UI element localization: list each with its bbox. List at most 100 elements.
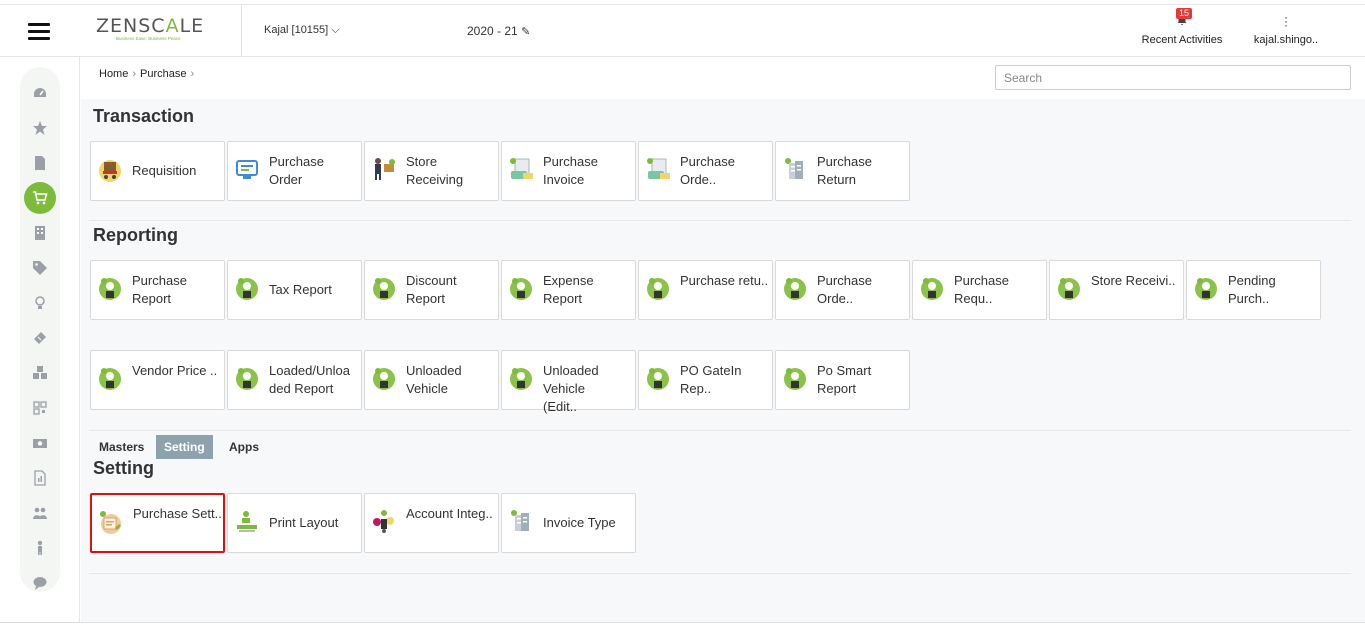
search-input[interactable] [995,65,1351,90]
cubes-icon [33,366,47,379]
tile-po-smart-report[interactable]: Po Smart Report [775,350,910,410]
tile-unloaded-vehicle[interactable]: Unloaded Vehicle [364,350,499,410]
more-vertical-icon: · · · [1284,10,1288,32]
tab-apps[interactable]: Apps [221,435,267,459]
breadcrumb-current[interactable]: Purchase [140,68,186,80]
tile-purchase-requisition-report[interactable]: Purchase Requ.. [912,260,1047,320]
tag-icon [33,261,47,275]
logo-area[interactable]: ZENSCALE Business Ease, Business Peace [80,5,242,57]
sidebar-item-documents[interactable] [24,147,56,179]
main-panel: Transaction Requisition Purchase Order S… [81,99,1365,623]
sidebar-item-purchase[interactable] [24,182,56,214]
invoice-type-icon [511,510,529,531]
tile-store-receiving[interactable]: Store Receiving [364,141,499,201]
tile-pending-purchase[interactable]: Pending Purch.. [1186,260,1321,320]
sidebar-item-users[interactable] [24,497,56,529]
section-title-transaction: Transaction [93,106,195,126]
tab-setting[interactable]: Setting [156,435,213,459]
invoice-icon [510,158,533,179]
report-user-icon [784,368,806,390]
tile-tax-report[interactable]: Tax Report [227,260,362,320]
sidebar-item-tags[interactable] [24,252,56,284]
report-user-icon [99,368,121,390]
tile-purchase-order-2[interactable]: Purchase Orde.. [638,141,773,201]
sidebar-item-favorites[interactable] [24,112,56,144]
section-title-setting: Setting [93,458,154,478]
report-user-icon [1195,278,1217,300]
bottom-border [0,622,1365,629]
recent-activities-button[interactable]: 15 Recent Activities [1136,5,1228,57]
financial-year[interactable]: 2020 - 21 ✎ [467,24,530,38]
tile-loaded-unloaded-report[interactable]: Loaded/Unloaded Report [227,350,362,410]
breadcrumb-home[interactable]: Home [99,68,128,80]
report-user-icon [236,278,258,300]
tile-purchase-report[interactable]: Purchase Report [90,260,225,320]
tile-invoice-type[interactable]: Invoice Type [501,493,636,553]
report-user-icon [510,278,532,300]
dashboard-icon [34,88,46,97]
company-selector[interactable]: Kajal [10155] ⌵ [264,24,340,37]
report-user-icon [647,278,669,300]
sidebar-item-building[interactable] [24,217,56,249]
tile-purchase-invoice[interactable]: Purchase Invoice [501,141,636,201]
tile-purchase-order[interactable]: Purchase Order [227,141,362,201]
sidebar-item-reports[interactable] [24,462,56,494]
recent-activities-label: Recent Activities [1141,34,1223,46]
account-integration-icon [373,510,394,533]
section-divider [89,220,1351,221]
menu-icon[interactable] [28,23,50,41]
tile-discount-report[interactable]: Discount Report [364,260,499,320]
building-icon [35,226,45,240]
logo-tagline: Business Ease, Business Peace [116,36,181,41]
sidebar-item-chat[interactable] [24,567,56,599]
tile-po-gatein-report[interactable]: PO GateIn Rep.. [638,350,773,410]
tile-purchase-return[interactable]: Purchase Return [775,141,910,201]
star-icon [33,121,47,135]
sidebar-item-person[interactable] [24,532,56,564]
sidebar [0,57,80,623]
tab-masters[interactable]: Masters [91,435,152,459]
content-area: Home›Purchase› Transaction Requisition P… [81,57,1365,623]
tile-unloaded-vehicle-edit[interactable]: Unloaded Vehicle (Edit.. [501,350,636,414]
report-user-icon [99,278,121,300]
chevron-right-icon: › [190,68,195,80]
tile-account-integration[interactable]: Account Integ.. [364,493,499,553]
section-title-reporting: Reporting [93,225,178,245]
tile-purchase-return-report[interactable]: Purchase retu.. [638,260,773,320]
report-user-icon [373,368,395,390]
chevron-down-icon: ⌵ [331,24,340,36]
report-user-icon [373,278,395,300]
sidebar-item-money[interactable] [24,427,56,459]
section-divider [89,573,1351,574]
tile-expense-report[interactable]: Expense Report [501,260,636,320]
report-user-icon [647,368,669,390]
ticket-icon [34,332,46,344]
tile-purchase-settings[interactable]: Purchase Sett.. [90,493,225,553]
app-header: ZENSCALE Business Ease, Business Peace K… [0,5,1365,57]
person-icon [37,540,43,555]
tile-print-layout[interactable]: Print Layout [227,493,362,553]
sidebar-item-inventory[interactable] [24,357,56,389]
sidebar-item-qrcode[interactable] [24,392,56,424]
sidebar-item-dashboard[interactable] [24,77,56,109]
logo: ZENSCALE [96,15,205,37]
tile-requisition[interactable]: Requisition [90,141,225,201]
settings-document-icon [100,511,121,534]
file-chart-icon [34,470,46,486]
tile-purchase-order-report[interactable]: Purchase Orde.. [775,260,910,320]
document-icon [35,156,45,170]
invoice-icon [647,158,670,179]
breadcrumb: Home › Purchase › [99,68,198,80]
tile-vendor-price[interactable]: Vendor Price .. [90,350,225,410]
sidebar-item-tickets[interactable] [24,322,56,354]
store-receiving-icon [375,158,395,180]
user-name: kajal.shingo.. [1253,34,1319,46]
report-user-icon [784,278,806,300]
section-divider [89,430,1351,431]
sidebar-item-ideas[interactable] [24,287,56,319]
user-menu[interactable]: · · · kajal.shingo.. [1248,5,1324,57]
purchase-order-icon [236,160,258,179]
tile-store-receiving-report[interactable]: Store Receivi.. [1049,260,1184,320]
breadcrumb-bar: Home › Purchase › [81,57,1365,99]
edit-icon: ✎ [521,26,531,38]
